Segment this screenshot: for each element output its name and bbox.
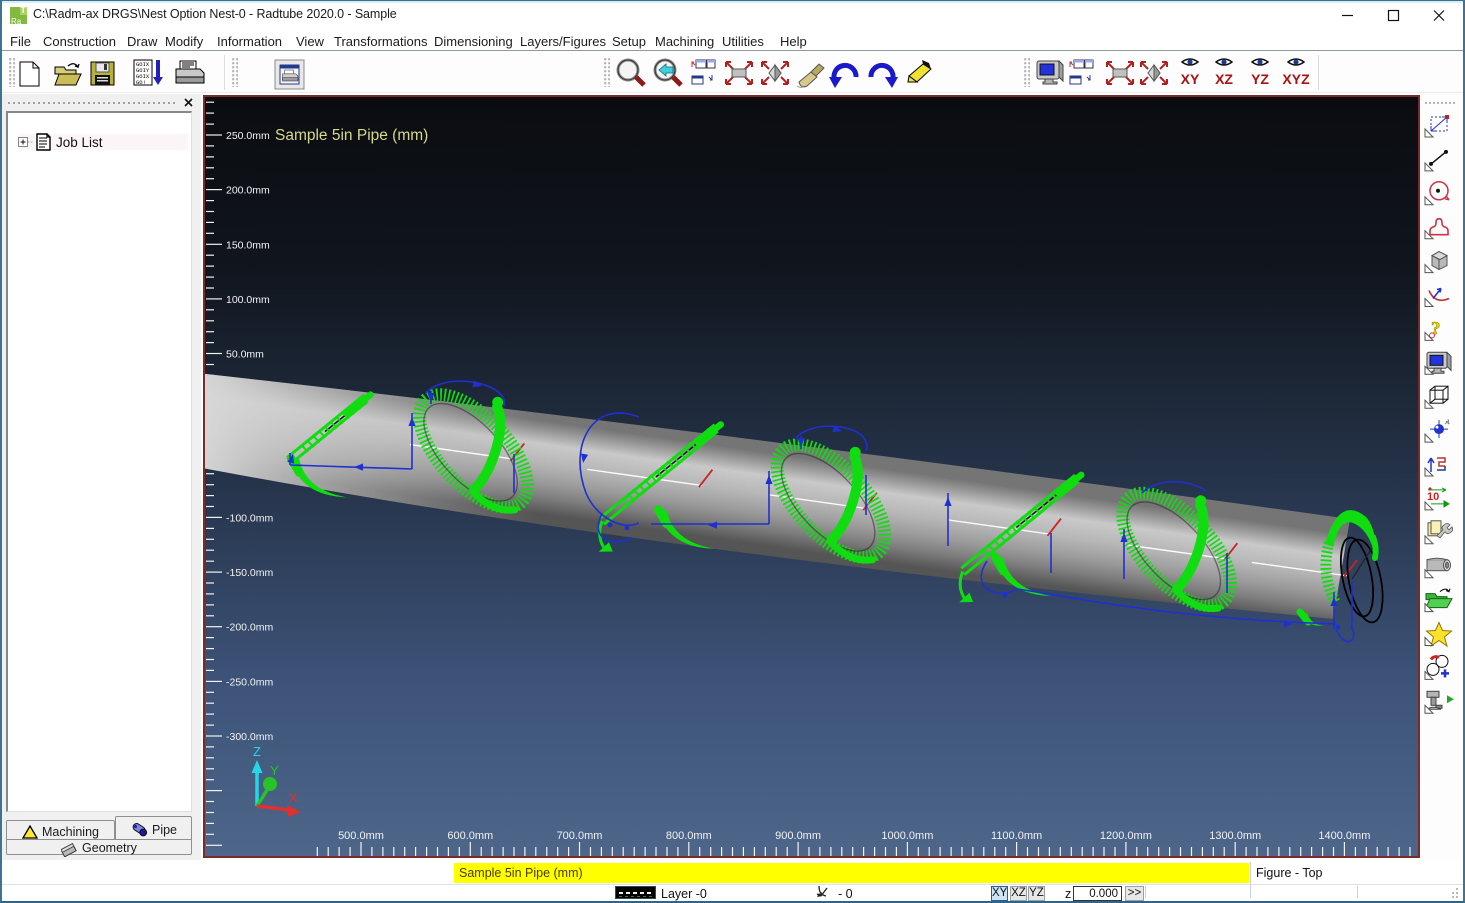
- svg-text:XY: XY: [1181, 71, 1200, 87]
- svg-text:1300.0mm: 1300.0mm: [1209, 830, 1261, 842]
- svg-text:600.0mm: 600.0mm: [447, 830, 493, 842]
- svg-text:900.0mm: 900.0mm: [775, 830, 821, 842]
- svg-text:XYZ: XYZ: [1282, 71, 1310, 87]
- svg-text:?: ?: [1431, 318, 1441, 339]
- svg-text:100.0mm: 100.0mm: [226, 294, 270, 306]
- svg-text:150.0mm: 150.0mm: [226, 239, 270, 251]
- svg-text:50.0mm: 50.0mm: [226, 349, 264, 361]
- svg-text:-300.0mm: -300.0mm: [226, 731, 274, 743]
- svg-text:X: X: [289, 790, 298, 805]
- svg-text:1200.0mm: 1200.0mm: [1100, 830, 1152, 842]
- svg-text:-250.0mm: -250.0mm: [226, 676, 274, 688]
- svg-text:500.0mm: 500.0mm: [338, 830, 384, 842]
- svg-text:-150.0mm: -150.0mm: [226, 567, 274, 579]
- svg-text:Job List: Job List: [56, 135, 103, 150]
- svg-text:Sample 5in Pipe (mm): Sample 5in Pipe (mm): [275, 127, 428, 144]
- svg-text:1100.0mm: 1100.0mm: [991, 830, 1042, 842]
- svg-text:-100.0mm: -100.0mm: [226, 512, 274, 524]
- svg-text:XZ: XZ: [1215, 71, 1233, 87]
- svg-text:1000.0mm: 1000.0mm: [881, 830, 933, 842]
- svg-text:250.0mm: 250.0mm: [226, 130, 270, 142]
- svg-text:800.0mm: 800.0mm: [666, 830, 712, 842]
- svg-text:YZ: YZ: [1251, 71, 1269, 87]
- svg-text:Z: Z: [253, 744, 261, 759]
- svg-text:GO!: GO!: [136, 79, 146, 86]
- svg-text:700.0mm: 700.0mm: [557, 830, 603, 842]
- svg-text:-200.0mm: -200.0mm: [226, 622, 274, 634]
- svg-text:10: 10: [1427, 491, 1439, 503]
- svg-text:200.0mm: 200.0mm: [226, 185, 270, 197]
- svg-text:1400.0mm: 1400.0mm: [1318, 830, 1370, 842]
- svg-text:Y: Y: [270, 763, 279, 778]
